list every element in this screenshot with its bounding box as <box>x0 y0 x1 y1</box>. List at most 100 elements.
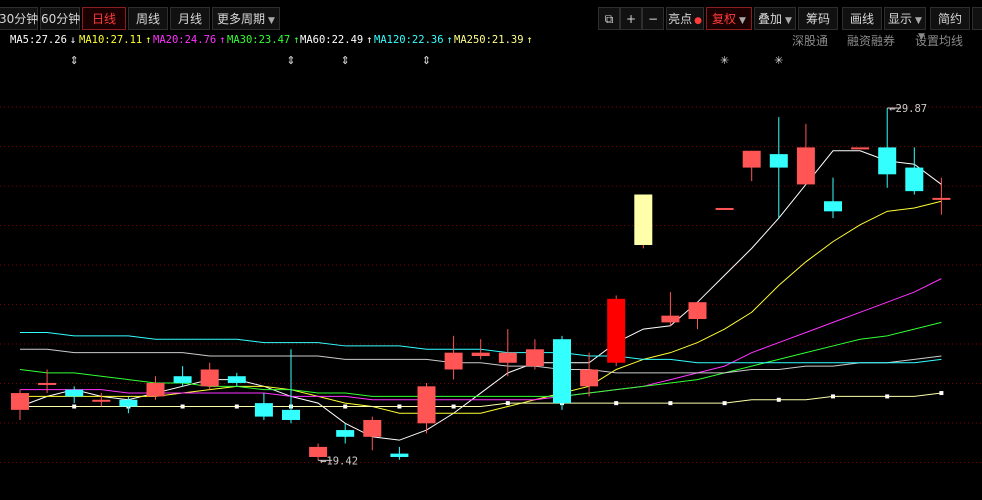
candle-body <box>227 376 246 383</box>
candle-body <box>119 399 138 407</box>
ma10-line <box>20 200 942 414</box>
zoom-in-icon[interactable]: + <box>620 7 642 30</box>
candle <box>851 147 870 150</box>
ma20-legend: MA20:24.76 ↑ <box>153 34 226 46</box>
ma250-dot <box>505 401 510 406</box>
candle <box>65 386 84 404</box>
candle-body <box>580 369 599 387</box>
candle-body <box>65 389 84 397</box>
highlight-button[interactable]: 亮点 ● <box>666 7 704 30</box>
overlay-button[interactable]: 叠加 ▼ <box>754 7 796 30</box>
chevron-down-icon: ▼ <box>915 16 922 26</box>
ma250-dot <box>234 404 239 409</box>
candle-body <box>200 369 219 387</box>
candle <box>363 416 382 451</box>
restore-right-button[interactable]: 复权 ▼ <box>706 7 752 30</box>
ma60-legend: MA60:22.49 ↑ <box>300 34 373 46</box>
candle <box>878 108 897 188</box>
chips-button[interactable]: 筹码 <box>798 7 838 30</box>
chevron-down-icon: ▼ <box>918 32 925 42</box>
grid-lines <box>0 106 982 463</box>
event-marker: ⇕ <box>341 54 350 67</box>
moving-average-lines <box>18 150 944 441</box>
candle-body <box>634 194 653 245</box>
event-marker: ⇕ <box>422 54 431 67</box>
candle <box>796 123 815 185</box>
sz-connect-link[interactable]: 深股通 <box>792 32 828 49</box>
candle-body <box>688 302 707 320</box>
candle-body <box>525 349 544 367</box>
candle-body <box>878 147 897 175</box>
candle-body <box>905 167 924 192</box>
toolbar-overflow[interactable] <box>972 7 982 30</box>
ma5-legend: MA5:27.26 ↓ <box>10 34 77 46</box>
period-week-button[interactable]: 周线 <box>128 7 168 30</box>
extreme-labels: ←29.87 ←19.42 <box>318 103 927 467</box>
candle <box>715 207 734 210</box>
candle-body <box>498 352 517 363</box>
simple-mode-button[interactable]: 简约 <box>930 7 970 30</box>
candle <box>282 349 300 424</box>
candle <box>580 352 599 397</box>
candle <box>11 389 29 420</box>
red-dot-icon: ● <box>694 16 702 26</box>
candle-body <box>254 403 273 417</box>
candle-body <box>444 352 463 370</box>
zoom-out-icon[interactable]: − <box>642 7 664 30</box>
ma250-dot <box>722 401 727 406</box>
candle <box>227 372 246 387</box>
candle <box>824 177 842 219</box>
candle-body <box>363 419 382 437</box>
candle-body <box>715 207 734 210</box>
candle <box>390 446 409 460</box>
draw-line-button[interactable]: 画线 <box>842 7 882 30</box>
ma250-dot <box>939 391 944 396</box>
candle <box>146 376 165 400</box>
ma250-dot <box>343 404 348 409</box>
ma30-legend: MA30:23.47 ↑ <box>227 34 300 46</box>
candle <box>254 393 273 420</box>
candle-body <box>92 399 111 402</box>
event-marker: ⇕ <box>70 54 79 67</box>
candle-body <box>661 315 680 323</box>
candle-body <box>824 201 842 212</box>
period-day-button[interactable]: 日线 <box>82 7 126 30</box>
margin-trading-link[interactable]: 融资融券 <box>847 32 895 49</box>
ma250-dot <box>668 401 673 406</box>
ma120-legend: MA120:22.36 ↑ <box>374 34 453 46</box>
ma250-dot <box>397 404 402 409</box>
window-copy-icon[interactable]: ⧉ <box>598 7 620 30</box>
candle <box>634 194 653 249</box>
period-toolbar: 30分钟 60分钟 日线 周线 月线 更多周期 ▼ ⧉ + − 亮点 ● 复权 ▼ 叠… <box>0 7 982 31</box>
chevron-down-icon: ▼ <box>739 16 746 26</box>
candle-body <box>932 197 951 200</box>
max-price-label: ←29.87 <box>889 103 927 115</box>
candle-body <box>282 409 300 420</box>
min-price-label: ←19.42 <box>320 455 358 467</box>
ma250-dot <box>451 404 456 409</box>
candle <box>200 362 219 390</box>
candle-body <box>146 382 165 397</box>
candle <box>553 335 571 410</box>
candle-body <box>11 393 29 410</box>
candle <box>742 150 761 182</box>
period-60min-button[interactable]: 60分钟 <box>40 7 80 30</box>
candle <box>607 295 626 367</box>
candle <box>905 147 924 195</box>
candle-body <box>390 453 409 457</box>
ma250-dot <box>614 401 619 406</box>
candlestick-chart: ⇕ ⇕ ⇕ ⇕ ✳ ✳ ←29.87 ←19.42 <box>0 54 982 467</box>
candle-body <box>553 339 571 404</box>
period-month-button[interactable]: 月线 <box>170 7 210 30</box>
candle-body <box>173 376 192 383</box>
candle-body <box>417 386 436 424</box>
more-periods-button[interactable]: 更多周期 ▼ <box>212 7 280 30</box>
candle <box>769 117 788 219</box>
candle-body <box>471 352 490 357</box>
candle-body <box>851 147 870 150</box>
display-button[interactable]: 显示 ▼ <box>884 7 926 30</box>
period-30min-button[interactable]: 30分钟 <box>0 7 38 30</box>
event-marker: ⇕ <box>286 54 295 67</box>
candle-body <box>742 150 761 168</box>
ma250-dot <box>776 397 781 402</box>
